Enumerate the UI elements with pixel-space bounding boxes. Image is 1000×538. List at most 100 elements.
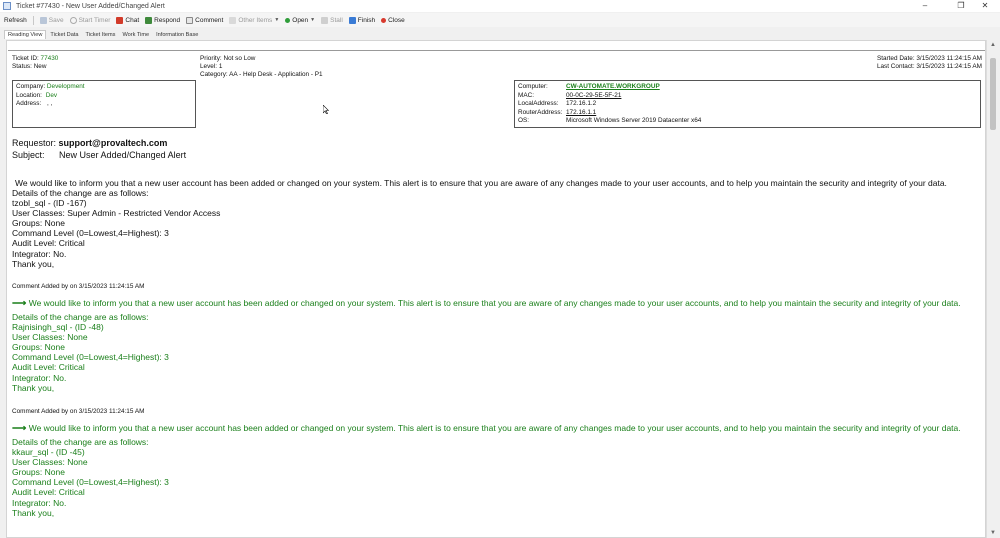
refresh-label: Refresh [4, 16, 27, 24]
stall-label: Stall [330, 16, 343, 24]
close-window-button[interactable]: ✕ [970, 0, 1000, 12]
open-label: Open [292, 16, 309, 24]
computer-row: Computer: CW-AUTOMATE.WORKGROUP [518, 83, 660, 92]
message-line: Thank you, [12, 258, 55, 269]
subject-row: Subject: New User Added/Changed Alert [12, 150, 186, 161]
category-label: Category: [200, 71, 228, 78]
priority-label: Priority: [200, 55, 222, 62]
chevron-down-icon: ▼ [310, 17, 316, 23]
comment-button[interactable]: Comment [186, 16, 224, 24]
comment-intro: ⟶ We would like to inform you that a new… [12, 298, 961, 309]
company-box: Company: Development Location: Dev Addre… [12, 80, 196, 128]
scroll-up-icon[interactable]: ▲ [987, 40, 999, 50]
save-button[interactable]: Save [39, 16, 64, 24]
comment-line: Rajnisingh_sql - (ID -48) [12, 322, 104, 333]
message-line: Groups: None [12, 218, 65, 229]
company-value[interactable]: Development [47, 83, 85, 90]
comment-line: Groups: None [12, 467, 65, 478]
status-label: Status: [12, 63, 32, 70]
toolbar: Refresh Save Start Timer Chat Respond Co… [0, 13, 1000, 27]
comment-line: Command Level (0=Lowest,4=Highest): 3 [12, 477, 169, 488]
os-row: OS: Microsoft Windows Server 2019 Datacen… [518, 117, 702, 124]
chat-button[interactable]: Chat [116, 16, 139, 24]
mac-row: MAC: 00-0C-29-5E-5F-21 [518, 91, 622, 101]
minimize-button[interactable]: – [910, 0, 940, 12]
ticket-id-value[interactable]: 77430 [41, 55, 59, 62]
level-label: Level: [200, 63, 218, 70]
respond-icon [145, 16, 153, 24]
arrow-right-icon: ⟶ [12, 298, 27, 309]
comment-line: Thank you, [12, 507, 55, 518]
start-timer-button[interactable]: Start Timer [69, 16, 111, 24]
comment-line: Details of the change are as follows: [12, 312, 149, 322]
message-line: Command Level (0=Lowest,4=Highest): 3 [12, 228, 169, 239]
reading-view-panel: Ticket ID: 77430 Status: New Priority: N… [6, 40, 986, 538]
comment-line: Integrator: No. [12, 372, 67, 383]
arrow-right-icon: ⟶ [12, 423, 27, 434]
finish-button[interactable]: Finish [348, 16, 375, 24]
tab-reading-view[interactable]: Reading View [4, 30, 47, 39]
status-value: New [33, 63, 47, 70]
ticket-id-label: Ticket ID: [12, 55, 39, 62]
comment-header: Comment Added by on 3/15/2023 11:24:15 A… [12, 408, 145, 415]
tab-information-base[interactable]: Information Base [153, 31, 201, 39]
company-row: Company: Development [16, 83, 85, 90]
subject-value: New User Added/Changed Alert [59, 150, 187, 160]
message-line: Details of the change are as follows: [12, 188, 149, 198]
vertical-scrollbar[interactable]: ▲ ▼ [986, 40, 998, 538]
toolbar-divider [32, 15, 34, 25]
requestor-row: Requestor: support@provaltech.com [12, 138, 167, 149]
location-value[interactable]: Dev [46, 92, 57, 99]
comment-line: Details of the change are as follows: [12, 437, 149, 447]
tab-work-time[interactable]: Work Time [119, 31, 152, 39]
comment-line: kkaur_sql - (ID -45) [12, 447, 85, 458]
flag-icon [348, 16, 356, 24]
save-icon [39, 16, 47, 24]
os-value: Microsoft Windows Server 2019 Datacenter… [566, 117, 702, 124]
mac-value[interactable]: 00-0C-29-5E-5F-21 [566, 92, 621, 101]
comment-body: Details of the change are as follows: Ra… [12, 312, 169, 393]
close-button[interactable]: Close [381, 17, 405, 24]
category-row: Category: AA - Help Desk - Application -… [200, 71, 323, 80]
comment-intro-text: We would like to inform you that a new u… [28, 298, 961, 308]
comment-label: Comment [195, 16, 224, 24]
scrollbar-thumb[interactable] [990, 58, 996, 130]
save-label: Save [48, 16, 64, 24]
address-value: , , [47, 100, 53, 107]
other-items-button[interactable]: Other Items ▼ [229, 16, 279, 24]
open-button[interactable]: Open ▼ [285, 17, 315, 24]
address-row: Address: , , [16, 100, 53, 107]
pause-icon [321, 16, 329, 24]
comment-line: Audit Level: Critical [12, 487, 85, 498]
start-timer-label: Start Timer [78, 16, 111, 24]
last-contact-label: Last Contact: [876, 63, 915, 70]
other-items-label: Other Items [238, 16, 273, 24]
title-bar: Ticket #77430 - New User Added/Changed A… [0, 0, 1000, 12]
last-contact-row: Last Contact: 3/15/2023 11:24:15 AM [877, 63, 982, 72]
refresh-button[interactable]: Refresh [4, 17, 27, 24]
computer-value[interactable]: CW-AUTOMATE.WORKGROUP [566, 83, 660, 92]
chat-icon [116, 16, 124, 24]
router-address-value[interactable]: 172.16.1.1 [566, 109, 596, 118]
close-dot-icon [381, 17, 387, 23]
local-address-value: 172.16.1.2 [566, 100, 597, 107]
close-label: Close [388, 16, 405, 24]
comment-header: Comment Added by on 3/15/2023 11:24:15 A… [12, 283, 145, 290]
comment-intro: ⟶ We would like to inform you that a new… [12, 423, 961, 434]
location-row: Location: Dev [16, 91, 58, 99]
respond-button[interactable]: Respond [145, 16, 180, 24]
stall-button[interactable]: Stall [321, 16, 343, 24]
requestor-value: support@provaltech.com [58, 138, 168, 148]
level-value: 1 [218, 63, 223, 70]
tab-ticket-data[interactable]: Ticket Data [47, 31, 81, 39]
message-line: Integrator: No. [12, 248, 67, 259]
comment-line: User Classes: None [12, 332, 88, 343]
scroll-down-icon[interactable]: ▼ [987, 528, 999, 538]
started-date-value: 3/15/2023 11:24:15 AM [916, 55, 982, 62]
message-line: Audit Level: Critical [12, 238, 85, 249]
started-date-label: Started Date: [876, 55, 915, 62]
tab-strip: Reading View Ticket Data Ticket Items Wo… [0, 28, 1000, 39]
message-body: Details of the change are as follows: tz… [12, 188, 220, 269]
comment-line: Groups: None [12, 342, 65, 353]
tab-ticket-items[interactable]: Ticket Items [83, 31, 119, 39]
